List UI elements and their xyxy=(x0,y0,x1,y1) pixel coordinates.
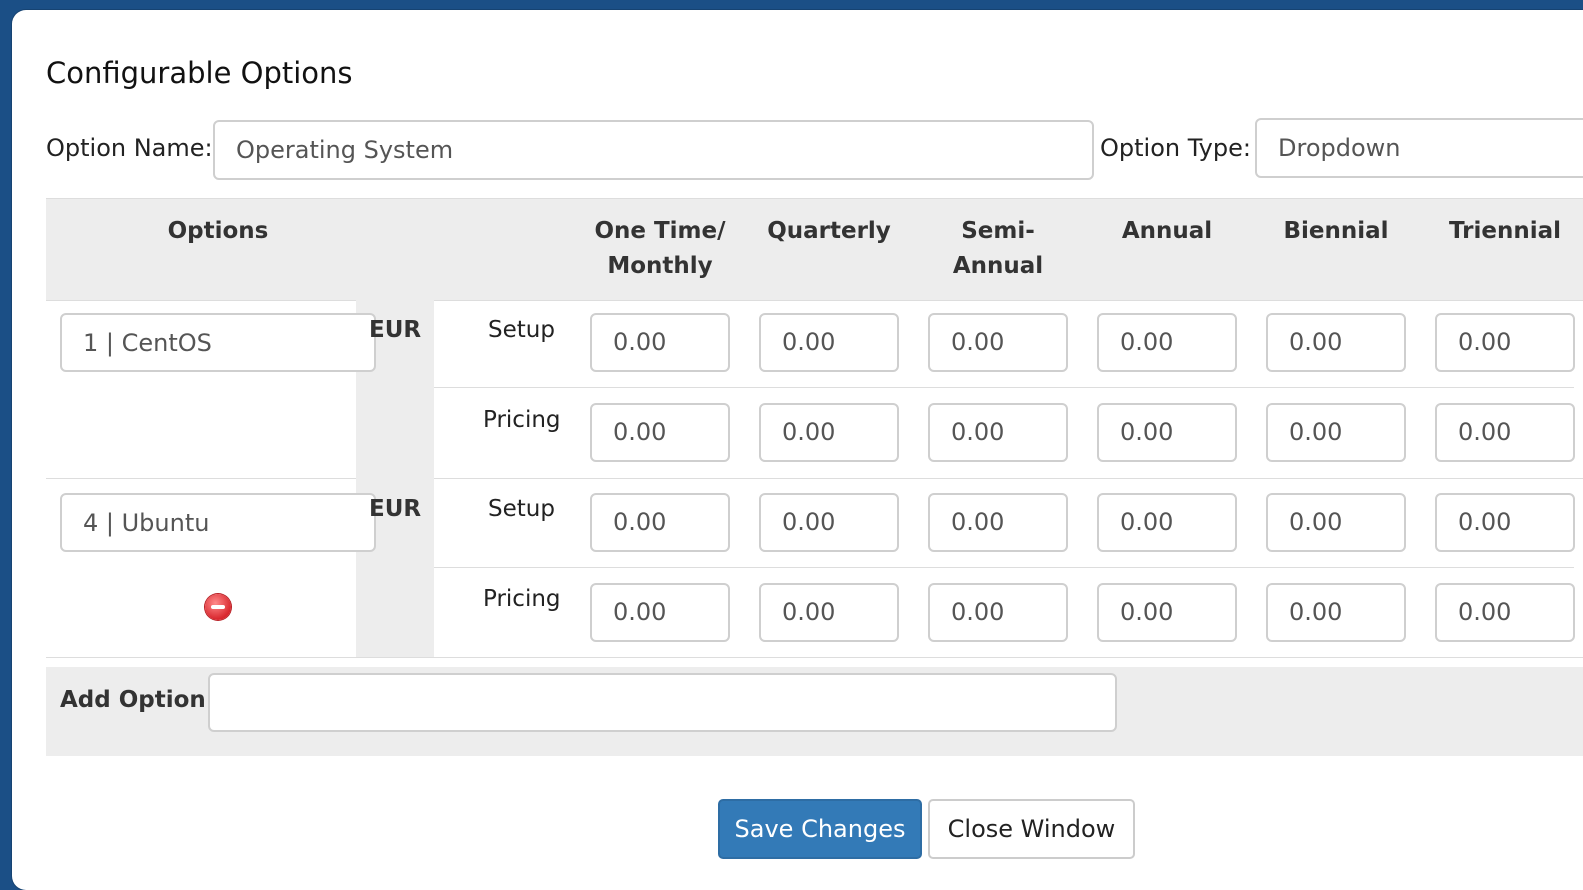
pricing-table-header: Options One Time/Monthly Quarterly Semi-… xyxy=(46,198,1583,301)
option-value-input[interactable] xyxy=(60,493,376,552)
setup-semiannual-input[interactable]: 0.00 xyxy=(928,313,1068,372)
save-changes-button[interactable]: Save Changes xyxy=(718,799,922,859)
setup-biennial-input[interactable]: 0.00 xyxy=(1266,493,1406,552)
option-name-input[interactable] xyxy=(213,120,1094,180)
option-value-input[interactable] xyxy=(60,313,376,372)
column-header-biennial: Biennial xyxy=(1283,218,1389,244)
remove-circle-icon[interactable] xyxy=(205,594,231,620)
row-divider xyxy=(434,567,1574,568)
pricing-biennial-input[interactable]: 0.00 xyxy=(1266,583,1406,642)
setup-quarterly-input[interactable]: 0.00 xyxy=(759,313,899,372)
add-option-input[interactable] xyxy=(208,673,1117,732)
setup-label: Setup xyxy=(488,496,555,522)
currency-label: EUR xyxy=(369,496,422,522)
column-header-semiannual: Semi- Annual xyxy=(952,218,1044,279)
pricing-monthly-input[interactable]: 0.00 xyxy=(590,403,730,462)
setup-semiannual-input[interactable]: 0.00 xyxy=(928,493,1068,552)
setup-quarterly-input[interactable]: 0.00 xyxy=(759,493,899,552)
pricing-triennial-input[interactable]: 0.00 xyxy=(1435,583,1575,642)
setup-label: Setup xyxy=(488,317,555,343)
setup-annual-input[interactable]: 0.00 xyxy=(1097,313,1237,372)
setup-monthly-input[interactable]: 0.00 xyxy=(590,313,730,372)
setup-monthly-input[interactable]: 0.00 xyxy=(590,493,730,552)
pricing-biennial-input[interactable]: 0.00 xyxy=(1266,403,1406,462)
option-name-label: Option Name: xyxy=(46,134,213,162)
currency-label: EUR xyxy=(369,317,422,343)
column-header-quarterly: Quarterly xyxy=(767,218,891,244)
row-divider xyxy=(434,387,1574,388)
add-option-label: Add Option: xyxy=(60,687,216,713)
pricing-triennial-input[interactable]: 0.00 xyxy=(1435,403,1575,462)
page-title: Configurable Options xyxy=(46,56,353,90)
option-type-select[interactable]: Dropdown xyxy=(1255,118,1583,178)
pricing-label: Pricing xyxy=(483,407,561,433)
pricing-label: Pricing xyxy=(483,586,561,612)
options-header: Options xyxy=(167,218,269,244)
column-header-triennial: Triennial xyxy=(1448,218,1562,244)
pricing-annual-input[interactable]: 0.00 xyxy=(1097,403,1237,462)
pricing-quarterly-input[interactable]: 0.00 xyxy=(759,403,899,462)
setup-triennial-input[interactable]: 0.00 xyxy=(1435,313,1575,372)
pricing-semiannual-input[interactable]: 0.00 xyxy=(928,403,1068,462)
pricing-quarterly-input[interactable]: 0.00 xyxy=(759,583,899,642)
configurable-options-window: Configurable Options Option Name: Option… xyxy=(12,10,1583,890)
option-type-label: Option Type: xyxy=(1100,134,1251,162)
pricing-annual-input[interactable]: 0.00 xyxy=(1097,583,1237,642)
setup-annual-input[interactable]: 0.00 xyxy=(1097,493,1237,552)
close-window-button[interactable]: Close Window xyxy=(928,799,1135,859)
column-header-monthly: One Time/Monthly xyxy=(594,218,726,279)
pricing-semiannual-input[interactable]: 0.00 xyxy=(928,583,1068,642)
setup-triennial-input[interactable]: 0.00 xyxy=(1435,493,1575,552)
setup-biennial-input[interactable]: 0.00 xyxy=(1266,313,1406,372)
pricing-monthly-input[interactable]: 0.00 xyxy=(590,583,730,642)
column-header-annual: Annual xyxy=(1121,218,1213,244)
